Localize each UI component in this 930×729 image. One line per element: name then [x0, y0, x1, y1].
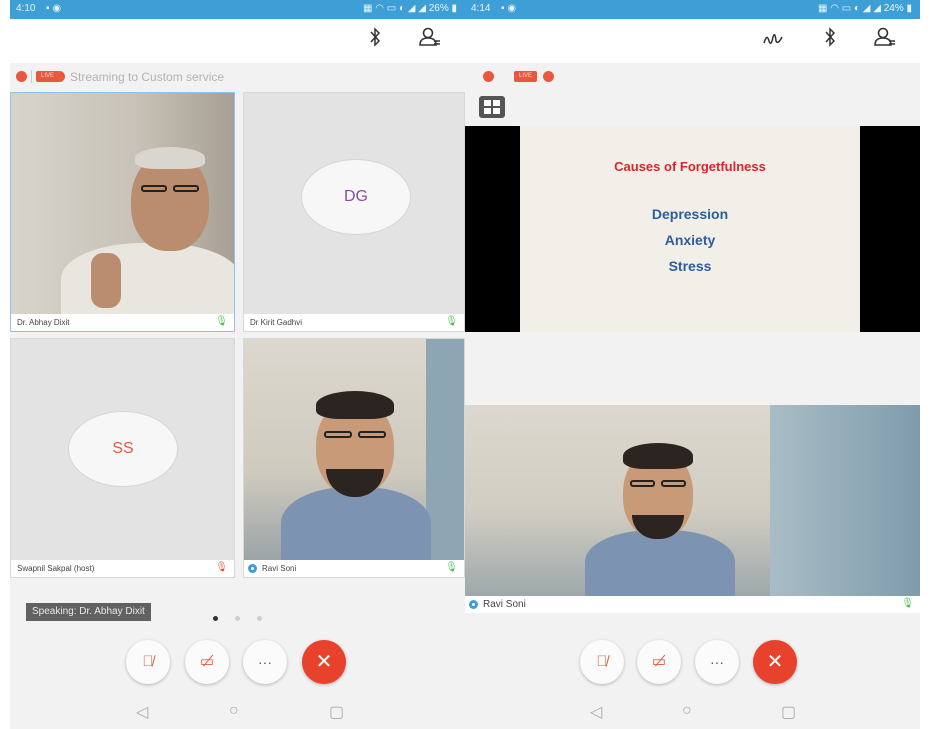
notification-icons: ▪ ◉: [46, 3, 62, 14]
status-right: ▦ ◠ ▭ ◐ ◢ ◢ 26% ▮: [362, 3, 457, 14]
divider: [31, 70, 32, 83]
page-dot[interactable]: [257, 616, 262, 621]
stream-dot-icon: [543, 71, 554, 82]
mic-on-icon: 🎙: [901, 598, 914, 609]
status-time: 4:14: [471, 3, 491, 14]
grid-view-icon: [484, 100, 500, 114]
annotate-icon[interactable]: [758, 27, 788, 55]
nav-back-icon[interactable]: ◁: [590, 702, 602, 722]
video-toggle-button[interactable]: ▭̸: [637, 640, 681, 684]
battery-percent: 26%: [428, 3, 449, 14]
page-dot-active[interactable]: [213, 616, 218, 621]
video-off-icon: ▭̸: [199, 653, 215, 670]
status-right: ▦ ◠ ▭ ◐ ◢ ◢ 24% ▮: [817, 3, 912, 14]
end-call-button[interactable]: ✕: [302, 640, 346, 684]
end-call-button[interactable]: ✕: [753, 640, 797, 684]
slide-title: Causes of Forgetfulness: [614, 159, 766, 174]
page-dot[interactable]: [235, 616, 240, 621]
mute-button[interactable]: 🎙̸: [126, 640, 170, 684]
participants-icon[interactable]: [415, 27, 445, 55]
nav-home-icon[interactable]: ○: [682, 702, 692, 720]
end-call-icon: ✕: [766, 651, 784, 673]
grid-view-button[interactable]: [479, 96, 505, 118]
avatar: DG: [301, 159, 411, 235]
speaking-indicator: Speaking: Dr. Abhay Dixit: [26, 603, 151, 621]
status-time: 4:10: [16, 3, 36, 14]
slide-line: Anxiety: [664, 232, 716, 248]
participant-tile[interactable]: SS Swapnil Sakpal (host) 🎙: [10, 338, 235, 578]
live-status-bar: LIVE Streaming to Custom service: [10, 63, 465, 91]
mic-on-icon: 🎙: [445, 562, 458, 573]
tile-namebar: Dr Kirit Gadhvi 🎙: [244, 314, 464, 331]
more-button[interactable]: ···: [243, 640, 287, 684]
video-off-icon: ▭̸: [651, 653, 667, 670]
nav-back-icon[interactable]: ◁: [136, 702, 148, 722]
system-nav-bar: ◁ ○ ▢: [465, 695, 920, 729]
bluetooth-icon[interactable]: [815, 27, 845, 55]
participant-name: Ravi Soni: [483, 599, 526, 610]
participant-tile[interactable]: DG Dr Kirit Gadhvi 🎙: [243, 92, 465, 332]
tile-namebar: Ravi Soni 🎙: [465, 596, 920, 613]
mic-off-icon: 🎙̸: [142, 653, 154, 670]
nav-recents-icon[interactable]: ▢: [781, 702, 796, 722]
system-nav-bar: ◁ ○ ▢: [10, 695, 465, 729]
stream-dot-icon: [54, 71, 65, 82]
participant-name: Swapnil Sakpal (host): [17, 564, 95, 573]
end-call-icon: ✕: [315, 651, 333, 673]
nav-home-icon[interactable]: ○: [229, 702, 239, 720]
more-icon: ···: [258, 654, 272, 670]
participant-tile[interactable]: Ravi Soni 🎙: [243, 338, 465, 578]
bluetooth-icon[interactable]: [360, 27, 390, 55]
video-feed: [465, 405, 920, 600]
participant-tile[interactable]: Ravi Soni 🎙: [465, 405, 920, 613]
status-bar: 4:10 ▪ ◉ ▦ ◠ ▭ ◐ ◢ ◢ 26% ▮: [10, 0, 465, 19]
mic-on-icon: 🎙: [215, 316, 228, 327]
speaking-ring-icon: [248, 564, 257, 573]
nav-recents-icon[interactable]: ▢: [329, 702, 344, 722]
participant-name: Dr Kirit Gadhvi: [250, 318, 303, 327]
participant-tile[interactable]: Dr. Abhay Dixit 🎙: [10, 92, 235, 332]
record-dot-icon: [483, 71, 494, 82]
mic-on-icon: 🎙: [445, 316, 458, 327]
record-dot-icon: [16, 71, 27, 82]
participant-name: Ravi Soni: [262, 564, 297, 573]
slide-line: Stress: [668, 258, 712, 274]
notification-icons: ▪ ◉: [501, 3, 517, 14]
speaking-ring-icon: [469, 600, 478, 609]
video-feed: [11, 93, 234, 323]
status-bar: 4:14 ▪ ◉ ▦ ◠ ▭ ◐ ◢ ◢ 24% ▮: [465, 0, 920, 19]
avatar: SS: [68, 411, 178, 487]
battery-percent: 24%: [883, 3, 904, 14]
slide-line: Depression: [651, 206, 729, 222]
participants-icon[interactable]: [870, 27, 900, 55]
tile-namebar: Dr. Abhay Dixit 🎙: [11, 314, 234, 331]
mic-off-icon: 🎙̸: [596, 653, 608, 670]
left-screen: 4:10 ▪ ◉ ▦ ◠ ▭ ◐ ◢ ◢ 26% ▮ LIVE Streamin…: [10, 0, 465, 729]
more-button[interactable]: ···: [695, 640, 739, 684]
tile-namebar: Swapnil Sakpal (host) 🎙: [11, 560, 234, 577]
live-badge: LIVE: [514, 71, 537, 82]
streaming-status: Streaming to Custom service: [70, 70, 225, 84]
top-bar: [10, 19, 465, 63]
tile-namebar: Ravi Soni 🎙: [244, 560, 464, 577]
mic-off-icon: 🎙: [215, 562, 228, 573]
shared-screen[interactable]: Causes of Forgetfulness Depression Anxie…: [465, 126, 920, 332]
live-status-bar: LIVE: [465, 63, 920, 91]
more-icon: ···: [710, 654, 724, 670]
participant-name: Dr. Abhay Dixit: [17, 318, 70, 327]
presentation-slide: Causes of Forgetfulness Depression Anxie…: [520, 126, 860, 332]
mute-button[interactable]: 🎙̸: [580, 640, 624, 684]
video-toggle-button[interactable]: ▭̸: [185, 640, 229, 684]
video-feed: [244, 339, 464, 567]
right-screen: 4:14 ▪ ◉ ▦ ◠ ▭ ◐ ◢ ◢ 24% ▮ LIVE Causes o…: [465, 0, 920, 729]
top-bar: [465, 19, 920, 63]
